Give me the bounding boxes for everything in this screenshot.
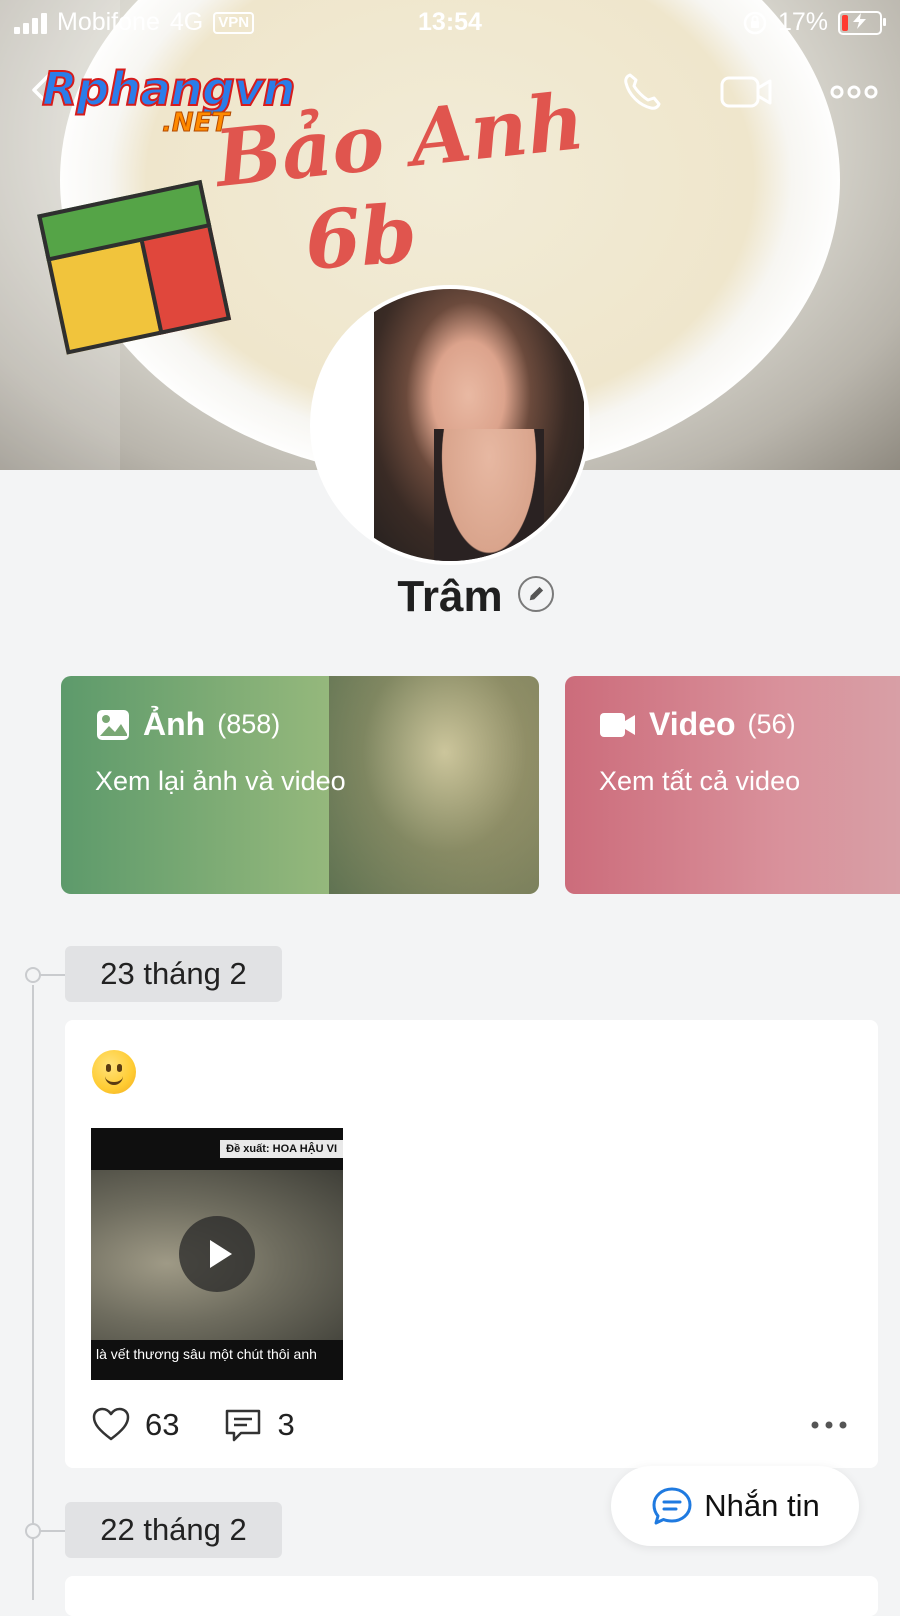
phone-icon[interactable]: [618, 68, 666, 116]
slightly-smiling-face-icon: [92, 1050, 136, 1094]
photos-card[interactable]: Ảnh (858) Xem lại ảnh và video: [61, 676, 539, 894]
rotation-lock-icon: [743, 11, 767, 34]
comment-icon[interactable]: [223, 1405, 263, 1445]
photos-card-title: Ảnh: [143, 706, 206, 742]
like-count: 63: [145, 1407, 180, 1442]
profile-name-row: Trâm: [0, 572, 900, 622]
video-tag: Đề xuất: HOA HẬU VI: [220, 1140, 343, 1158]
profile-name: Trâm: [397, 572, 503, 621]
message-button-label: Nhắn tin: [704, 1488, 820, 1523]
videos-card[interactable]: Video (56) Xem tất cả video: [565, 676, 900, 894]
date-label: 22 tháng 2: [65, 1502, 282, 1558]
chat-bubble-icon: [652, 1487, 692, 1525]
timeline-post[interactable]: Đề xuất: HOA HẬU VI là vết thương sâu mộ…: [65, 1020, 878, 1468]
photos-card-preview: [329, 676, 539, 894]
status-bar: Mobifone 4G VPN 13:54 17%: [0, 0, 900, 44]
play-icon[interactable]: [179, 1216, 255, 1292]
post-actions: 63 3: [91, 1405, 295, 1445]
post-video-thumbnail[interactable]: Đề xuất: HOA HẬU VI là vết thương sâu mộ…: [91, 1128, 343, 1380]
video-icon: [600, 712, 635, 737]
photos-card-subtitle: Xem lại ảnh và video: [95, 766, 346, 796]
more-horizontal-icon[interactable]: [828, 68, 880, 116]
comment-count: 3: [277, 1407, 295, 1442]
timeline-tick: [39, 1530, 65, 1532]
watermark-logo: Rphangvn .NET: [41, 61, 297, 139]
battery-icon: [838, 10, 886, 35]
battery-percent: 17%: [777, 8, 828, 36]
videos-card-subtitle: Xem tất cả video: [599, 766, 801, 796]
timeline-post[interactable]: [65, 1576, 878, 1616]
video-caption: là vết thương sâu một chút thôi anh: [96, 1346, 317, 1362]
date-label: 23 tháng 2: [65, 946, 282, 1002]
pencil-icon[interactable]: [518, 576, 554, 612]
charging-bolt-icon: [853, 12, 866, 29]
photos-card-count: (858): [217, 709, 281, 739]
heart-icon[interactable]: [91, 1405, 131, 1445]
cover-cake-text-2: 6b: [301, 186, 420, 288]
video-camera-icon[interactable]: [718, 68, 776, 116]
videos-card-count: (56): [747, 709, 796, 739]
timeline-line: [32, 985, 34, 1600]
profile-header: Rphangvn .NET: [0, 60, 900, 139]
avatar-photo: [374, 289, 584, 561]
image-icon: [97, 709, 129, 740]
profile-avatar[interactable]: [310, 285, 590, 565]
post-more-icon[interactable]: [810, 1420, 848, 1430]
message-button[interactable]: Nhắn tin: [611, 1466, 859, 1546]
videos-card-title: Video: [649, 706, 736, 742]
watermark-domain: .NET: [161, 108, 230, 139]
timeline-tick: [39, 974, 65, 976]
